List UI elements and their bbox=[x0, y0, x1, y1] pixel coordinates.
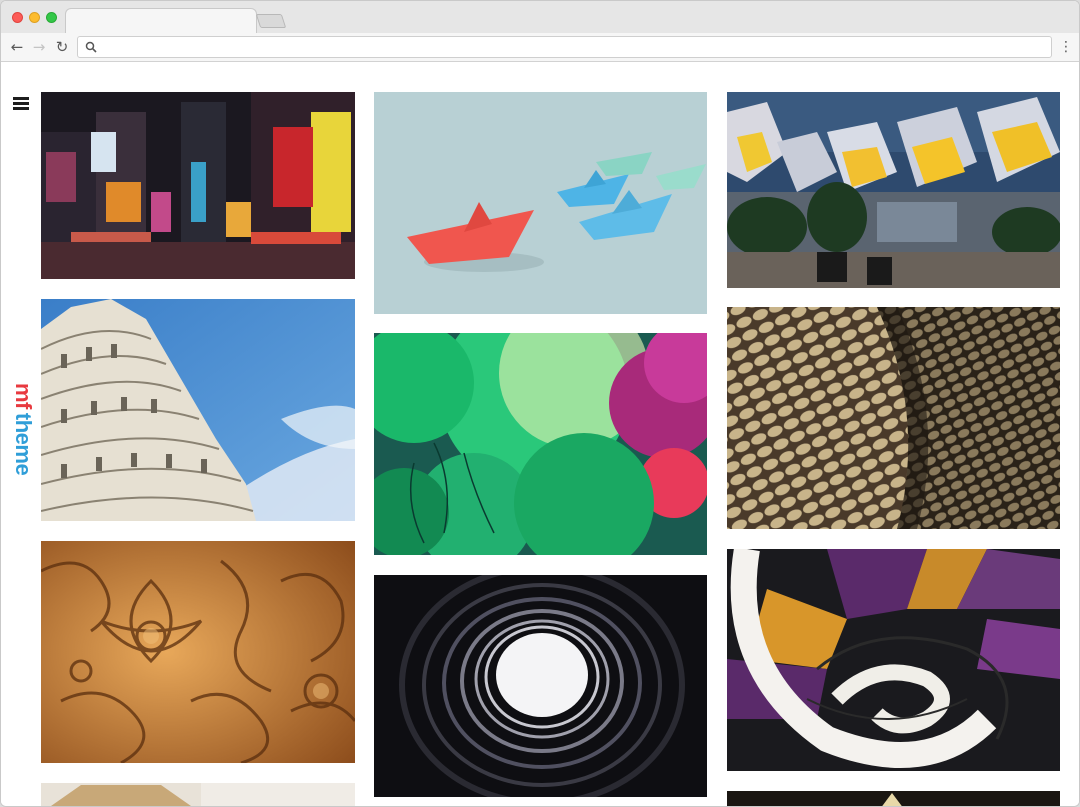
gallery-image-green-balloons[interactable] bbox=[374, 333, 707, 555]
gallery-image-building-partial[interactable] bbox=[41, 783, 355, 806]
browser-window: ← → ↻ ⋮ mf theme bbox=[0, 0, 1080, 807]
gallery-image-leaning-tower-pisa[interactable] bbox=[41, 299, 355, 521]
reload-icon[interactable]: ↻ bbox=[52, 37, 72, 57]
gallery-image-dark-tile-partial[interactable] bbox=[727, 791, 1060, 806]
logo-word: theme bbox=[11, 412, 36, 476]
back-arrow-icon[interactable]: ← bbox=[7, 37, 27, 57]
browser-tab-active[interactable] bbox=[65, 8, 257, 34]
gallery-image-spiral-staircase[interactable] bbox=[727, 549, 1060, 771]
close-window-button[interactable] bbox=[12, 12, 23, 23]
browser-toolbar: ← → ↻ ⋮ bbox=[1, 33, 1079, 62]
gallery-image-spiral-tunnel[interactable] bbox=[374, 575, 707, 797]
forward-arrow-icon[interactable]: → bbox=[29, 37, 49, 57]
url-input[interactable] bbox=[102, 39, 1042, 55]
address-bar[interactable] bbox=[77, 36, 1052, 58]
maximize-window-button[interactable] bbox=[46, 12, 57, 23]
gallery-image-carved-wood-ornament[interactable] bbox=[41, 541, 355, 763]
browser-titlebar bbox=[1, 1, 1079, 34]
site-logo[interactable]: mf theme bbox=[11, 383, 36, 513]
new-tab-button[interactable] bbox=[255, 14, 287, 28]
gallery-image-paper-boats[interactable] bbox=[374, 92, 707, 314]
logo-mark: mf bbox=[11, 383, 36, 409]
search-icon bbox=[85, 41, 97, 53]
page-content: mf theme bbox=[1, 63, 1079, 806]
menu-icon[interactable] bbox=[13, 96, 29, 110]
gallery-image-cube-houses[interactable] bbox=[727, 92, 1060, 288]
kebab-menu-icon[interactable]: ⋮ bbox=[1059, 37, 1073, 57]
minimize-window-button[interactable] bbox=[29, 12, 40, 23]
gallery-image-woven-texture[interactable] bbox=[727, 307, 1060, 529]
gallery-image-city-night-billboards[interactable] bbox=[41, 92, 355, 279]
